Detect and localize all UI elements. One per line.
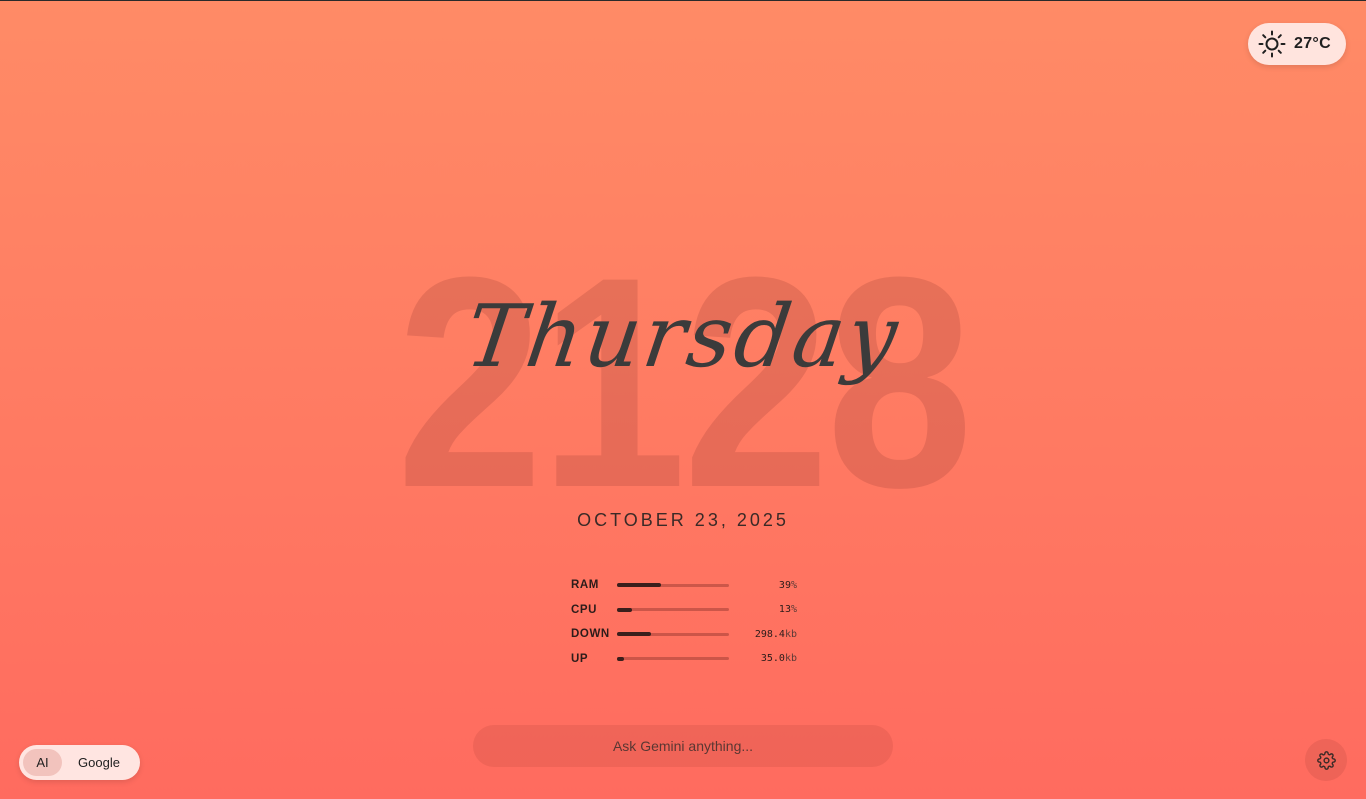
stat-bar (617, 656, 729, 661)
stat-label: DOWN (571, 628, 610, 641)
top-border (0, 0, 1366, 1)
stat-bar-fill (617, 607, 632, 612)
temperature-text: 27°C (1294, 35, 1331, 52)
stat-label: CPU (571, 603, 598, 616)
mode-google-button[interactable]: Google (62, 749, 136, 776)
gear-icon (1316, 750, 1336, 770)
mode-ai-button[interactable]: AI (23, 749, 62, 776)
stat-row-down: DOWN 298.4kb (571, 622, 797, 647)
stat-bar (617, 607, 729, 612)
stat-bar (617, 632, 729, 637)
search-mode-toggle[interactable]: AI Google (19, 745, 140, 780)
ask-gemini-input[interactable] (473, 724, 893, 768)
stat-row-cpu: CPU 13% (571, 598, 797, 623)
stat-label: UP (571, 652, 589, 665)
stat-bar-fill (617, 632, 651, 637)
ask-gemini-bar[interactable] (473, 724, 893, 768)
weather-widget[interactable]: 27°C (1248, 23, 1346, 65)
stat-label: RAM (571, 579, 599, 592)
stat-bar-fill (617, 583, 661, 588)
sun-icon (1258, 30, 1286, 58)
clock-weekday: Thursday (459, 287, 907, 387)
stat-value: 13% (778, 604, 797, 616)
stat-bar-fill (617, 656, 624, 661)
stat-bar (617, 583, 729, 588)
settings-button[interactable] (1305, 739, 1347, 781)
stat-value: 298.4kb (754, 628, 797, 640)
clock-date: OCTOBER 23, 2025 (577, 510, 789, 530)
stat-value: 39% (778, 579, 797, 591)
stat-row-up: UP 35.0kb (571, 647, 797, 672)
system-stats: RAM 39% CPU 13% DOWN 298.4kb UP 35.0kb (571, 573, 797, 671)
stat-value: 35.0kb (760, 653, 797, 665)
stat-row-ram: RAM 39% (571, 573, 797, 598)
